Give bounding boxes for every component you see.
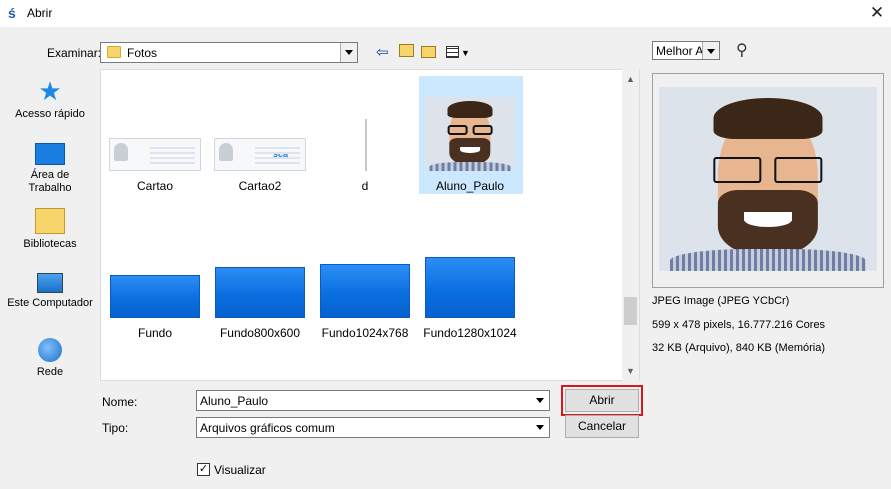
scroll-thumb[interactable] xyxy=(624,297,637,325)
fit-mode-value: Melhor Aj xyxy=(656,44,707,58)
file-thumb-cartao2[interactable]: sca xyxy=(214,138,306,171)
file-item-label[interactable]: d xyxy=(315,179,415,193)
file-thumb-fundo800x600[interactable] xyxy=(215,267,305,318)
network-icon xyxy=(38,338,62,362)
card-logo: sca xyxy=(273,149,289,159)
filetype-select[interactable]: Arquivos gráficos comum xyxy=(196,417,550,438)
place-label: Rede xyxy=(36,366,64,378)
file-thumb-fundo[interactable] xyxy=(110,275,200,318)
folder-icon xyxy=(107,46,121,58)
file-item-label[interactable]: Fundo xyxy=(105,326,205,340)
scroll-down-icon[interactable]: ▼ xyxy=(622,363,639,380)
file-item-label[interactable]: Cartao2 xyxy=(210,179,310,193)
preview-image xyxy=(659,87,877,271)
place-libraries[interactable]: Bibliotecas xyxy=(5,208,95,251)
fit-mode-select[interactable]: Melhor Aj xyxy=(652,41,720,60)
type-label: Tipo: xyxy=(102,421,129,435)
libraries-icon xyxy=(35,208,65,234)
place-label: Bibliotecas xyxy=(23,238,77,250)
look-in-label: Examinar: xyxy=(47,46,102,60)
up-folder-icon[interactable] xyxy=(399,44,414,57)
file-item-label[interactable]: Cartao xyxy=(105,179,205,193)
filename-input[interactable]: Aluno_Paulo xyxy=(196,390,550,411)
file-item-label[interactable]: Fundo1280x1024 xyxy=(420,326,520,340)
preview-checkbox[interactable]: ✓ xyxy=(197,463,210,476)
file-list-scrollbar[interactable]: ▲ ▼ xyxy=(622,69,639,381)
file-thumb-fundo1024x768[interactable] xyxy=(320,264,410,318)
title-bar: ś Abrir ✕ xyxy=(0,0,891,27)
quick-access-star-icon: ★ xyxy=(38,76,62,106)
file-thumb-partial[interactable] xyxy=(365,119,367,171)
scroll-up-icon[interactable]: ▲ xyxy=(622,71,639,88)
file-item-label[interactable]: Fundo1024x768 xyxy=(315,326,415,340)
back-icon[interactable]: ⇦ xyxy=(376,44,389,62)
place-quick-access[interactable]: ★ Acesso rápido xyxy=(5,78,95,121)
computer-icon xyxy=(37,273,63,293)
place-desktop[interactable]: Área de Trabalho xyxy=(5,143,95,195)
chevron-down-icon[interactable] xyxy=(340,43,357,62)
file-item-label[interactable]: Fundo800x600 xyxy=(210,326,310,340)
place-label: Acesso rápido xyxy=(15,108,85,120)
filetype-value: Arquivos gráficos comum xyxy=(200,421,335,435)
chevron-down-icon[interactable] xyxy=(532,418,549,437)
image-preview-pane xyxy=(652,73,884,288)
window-title: Abrir xyxy=(27,6,53,20)
name-label: Nome: xyxy=(102,395,138,409)
filename-value[interactable]: Aluno_Paulo xyxy=(200,394,268,408)
place-label: Este Computador xyxy=(7,297,93,309)
chevron-down-icon[interactable] xyxy=(532,391,549,410)
preview-info-format: JPEG Image (JPEG YCbCr) xyxy=(652,295,790,307)
file-thumb-cartao[interactable] xyxy=(109,138,201,171)
place-computer[interactable]: Este Computador xyxy=(5,273,95,310)
file-item-label[interactable]: Aluno_Paulo xyxy=(420,179,520,193)
cancel-button[interactable]: Cancelar xyxy=(565,415,639,438)
file-thumb-fundo1280x1024[interactable] xyxy=(425,257,515,318)
place-network[interactable]: Rede xyxy=(5,338,95,379)
file-thumb-aluno-paulo[interactable] xyxy=(425,97,515,171)
desktop-icon xyxy=(35,143,65,165)
preview-info-dimensions: 599 x 478 pixels, 16.777.216 Cores xyxy=(652,319,826,331)
new-folder-icon[interactable] xyxy=(421,46,436,58)
chevron-down-icon[interactable] xyxy=(702,42,719,59)
magnifier-icon[interactable]: ⚲ xyxy=(736,40,748,60)
close-button[interactable]: ✕ xyxy=(866,3,888,23)
open-button[interactable]: Abrir xyxy=(565,389,639,412)
place-label: Área de Trabalho xyxy=(28,169,72,194)
app-logo-icon: ś xyxy=(8,5,16,21)
view-dropdown-icon[interactable]: ▼ xyxy=(461,44,470,62)
look-in-combo[interactable]: Fotos xyxy=(100,42,358,63)
preview-checkbox-label[interactable]: Visualizar xyxy=(214,463,266,477)
look-in-value: Fotos xyxy=(127,46,158,60)
view-menu-icon[interactable] xyxy=(446,46,459,58)
preview-info-size: 32 KB (Arquivo), 840 KB (Memória) xyxy=(652,342,826,354)
